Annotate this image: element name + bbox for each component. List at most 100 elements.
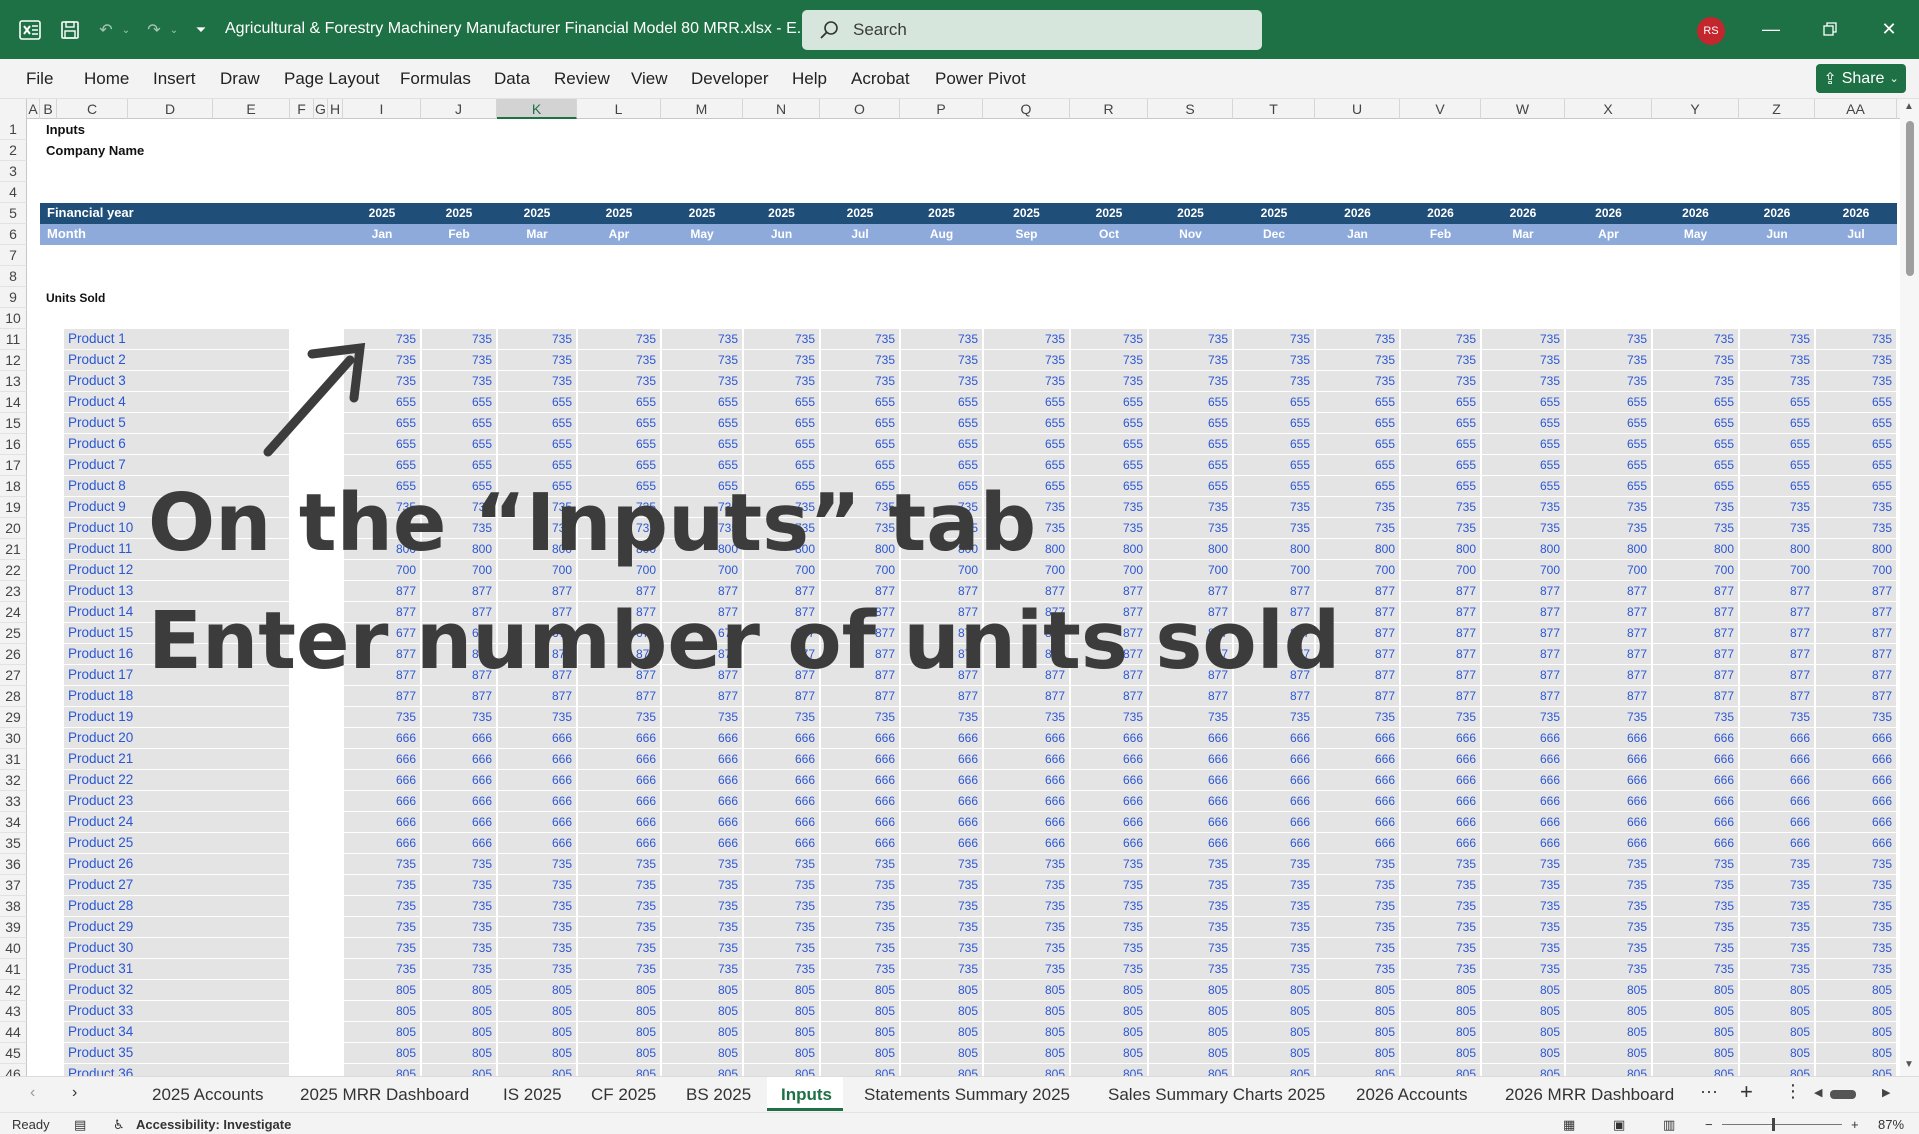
units-sold-cell[interactable]: 666	[1566, 770, 1651, 790]
units-sold-cell[interactable]: 805	[1316, 1043, 1399, 1063]
row-header-20[interactable]: 20	[0, 518, 27, 539]
units-sold-cell[interactable]: 805	[1482, 1001, 1564, 1021]
row-header-46[interactable]: 46	[0, 1064, 27, 1076]
units-sold-cell[interactable]: 666	[1653, 812, 1738, 832]
row-header-9[interactable]: 9	[0, 287, 27, 308]
units-sold-cell[interactable]: 735	[1566, 350, 1651, 370]
units-sold-cell[interactable]: 735	[1566, 707, 1651, 727]
column-header-g[interactable]: G	[314, 99, 328, 119]
row-header-43[interactable]: 43	[0, 1001, 27, 1022]
units-sold-cell[interactable]: 877	[1566, 581, 1651, 601]
units-sold-cell[interactable]: 655	[1816, 413, 1896, 433]
units-sold-cell[interactable]: 666	[1653, 833, 1738, 853]
units-sold-cell[interactable]: 805	[901, 1043, 982, 1063]
units-sold-cell[interactable]: 655	[901, 413, 982, 433]
units-sold-cell[interactable]: 666	[1482, 791, 1564, 811]
hscroll-left-icon[interactable]: ◀	[1814, 1086, 1822, 1099]
units-sold-cell[interactable]: 666	[1816, 833, 1896, 853]
units-sold-cell[interactable]: 655	[422, 392, 496, 412]
row-header-22[interactable]: 22	[0, 560, 27, 581]
units-sold-cell[interactable]: 655	[1566, 476, 1651, 496]
units-sold-cell[interactable]: 877	[1740, 602, 1814, 622]
units-sold-cell[interactable]: 735	[1653, 959, 1738, 979]
zoom-in-icon[interactable]: +	[1851, 1117, 1859, 1132]
units-sold-cell[interactable]: 655	[1234, 455, 1314, 475]
units-sold-cell[interactable]: 735	[821, 938, 899, 958]
units-sold-cell[interactable]: 735	[498, 959, 576, 979]
units-sold-cell[interactable]: 735	[984, 707, 1069, 727]
units-sold-cell[interactable]: 655	[1482, 413, 1564, 433]
units-sold-cell[interactable]: 666	[1316, 833, 1399, 853]
column-header-f[interactable]: F	[290, 99, 314, 119]
units-sold-cell[interactable]: 666	[984, 749, 1069, 769]
units-sold-cell[interactable]: 877	[1482, 644, 1564, 664]
units-sold-cell[interactable]: 735	[662, 371, 742, 391]
units-sold-cell[interactable]: 735	[662, 875, 742, 895]
units-sold-cell[interactable]: 877	[744, 686, 819, 706]
units-sold-cell[interactable]: 655	[1816, 455, 1896, 475]
units-sold-cell[interactable]: 735	[1316, 518, 1399, 538]
units-sold-cell[interactable]: 735	[1740, 854, 1814, 874]
select-all-corner[interactable]	[0, 99, 27, 119]
units-sold-cell[interactable]: 877	[1401, 665, 1480, 685]
units-sold-cell[interactable]: 735	[901, 938, 982, 958]
financial-year-row-cell[interactable]: 2026	[1315, 206, 1400, 220]
units-sold-cell[interactable]: 735	[744, 329, 819, 349]
row-header-4[interactable]: 4	[0, 182, 27, 203]
units-sold-cell[interactable]: 735	[1816, 959, 1896, 979]
units-sold-cell[interactable]: 655	[984, 413, 1069, 433]
units-sold-cell[interactable]: 735	[1740, 329, 1814, 349]
units-sold-cell[interactable]: 666	[1071, 770, 1147, 790]
units-sold-cell[interactable]: 735	[1316, 371, 1399, 391]
month-label[interactable]: Month	[47, 226, 86, 241]
units-sold-cell[interactable]: 735	[1816, 896, 1896, 916]
units-sold-cell[interactable]: 805	[662, 1064, 742, 1076]
units-sold-cell[interactable]: 735	[1149, 959, 1232, 979]
units-sold-cell[interactable]: 735	[1566, 938, 1651, 958]
column-header-p[interactable]: P	[900, 99, 983, 119]
zoom-slider[interactable]	[1722, 1124, 1842, 1125]
units-sold-cell[interactable]: 805	[984, 1064, 1069, 1076]
month-row-cell[interactable]: Apr	[1565, 227, 1652, 241]
units-sold-cell[interactable]: 735	[984, 896, 1069, 916]
units-sold-cell[interactable]: 877	[1149, 686, 1232, 706]
row-header-42[interactable]: 42	[0, 980, 27, 1001]
units-sold-cell[interactable]: 805	[984, 980, 1069, 1000]
units-sold-cell[interactable]: 735	[744, 896, 819, 916]
units-sold-cell[interactable]: 735	[1653, 707, 1738, 727]
row-header-41[interactable]: 41	[0, 959, 27, 980]
row-header-25[interactable]: 25	[0, 623, 27, 644]
units-sold-cell[interactable]: 877	[1566, 644, 1651, 664]
units-sold-cell[interactable]: 735	[1149, 350, 1232, 370]
units-sold-cell[interactable]: 735	[1816, 938, 1896, 958]
units-sold-cell[interactable]: 735	[1316, 329, 1399, 349]
financial-year-row-cell[interactable]: 2025	[820, 206, 900, 220]
column-header-r[interactable]: R	[1070, 99, 1148, 119]
product-name-cell[interactable]: Product 23	[64, 791, 289, 811]
units-sold-cell[interactable]: 666	[1149, 833, 1232, 853]
units-sold-cell[interactable]: 666	[1740, 812, 1814, 832]
units-sold-cell[interactable]: 735	[498, 707, 576, 727]
tab-inputs[interactable]: Inputs	[781, 1085, 832, 1105]
units-sold-cell[interactable]: 735	[1740, 938, 1814, 958]
units-sold-cell[interactable]: 655	[821, 434, 899, 454]
row-header-1[interactable]: 1	[0, 119, 27, 140]
units-sold-cell[interactable]: 735	[344, 707, 420, 727]
units-sold-cell[interactable]: 805	[498, 1064, 576, 1076]
units-sold-cell[interactable]: 735	[578, 350, 660, 370]
units-sold-cell[interactable]: 877	[1653, 644, 1738, 664]
units-sold-cell[interactable]: 666	[1149, 770, 1232, 790]
units-sold-cell[interactable]: 735	[1653, 329, 1738, 349]
minimize-icon[interactable]: —	[1756, 14, 1786, 44]
row-header-45[interactable]: 45	[0, 1043, 27, 1064]
units-sold-cell[interactable]: 735	[422, 707, 496, 727]
column-header-h[interactable]: H	[328, 99, 343, 119]
units-sold-cell[interactable]: 735	[1482, 518, 1564, 538]
units-sold-cell[interactable]: 735	[498, 371, 576, 391]
units-sold-cell[interactable]: 666	[1740, 833, 1814, 853]
units-sold-cell[interactable]: 805	[744, 1043, 819, 1063]
row-header-19[interactable]: 19	[0, 497, 27, 518]
units-sold-cell[interactable]: 735	[422, 938, 496, 958]
units-sold-cell[interactable]: 666	[901, 770, 982, 790]
units-sold-cell[interactable]: 877	[1653, 581, 1738, 601]
